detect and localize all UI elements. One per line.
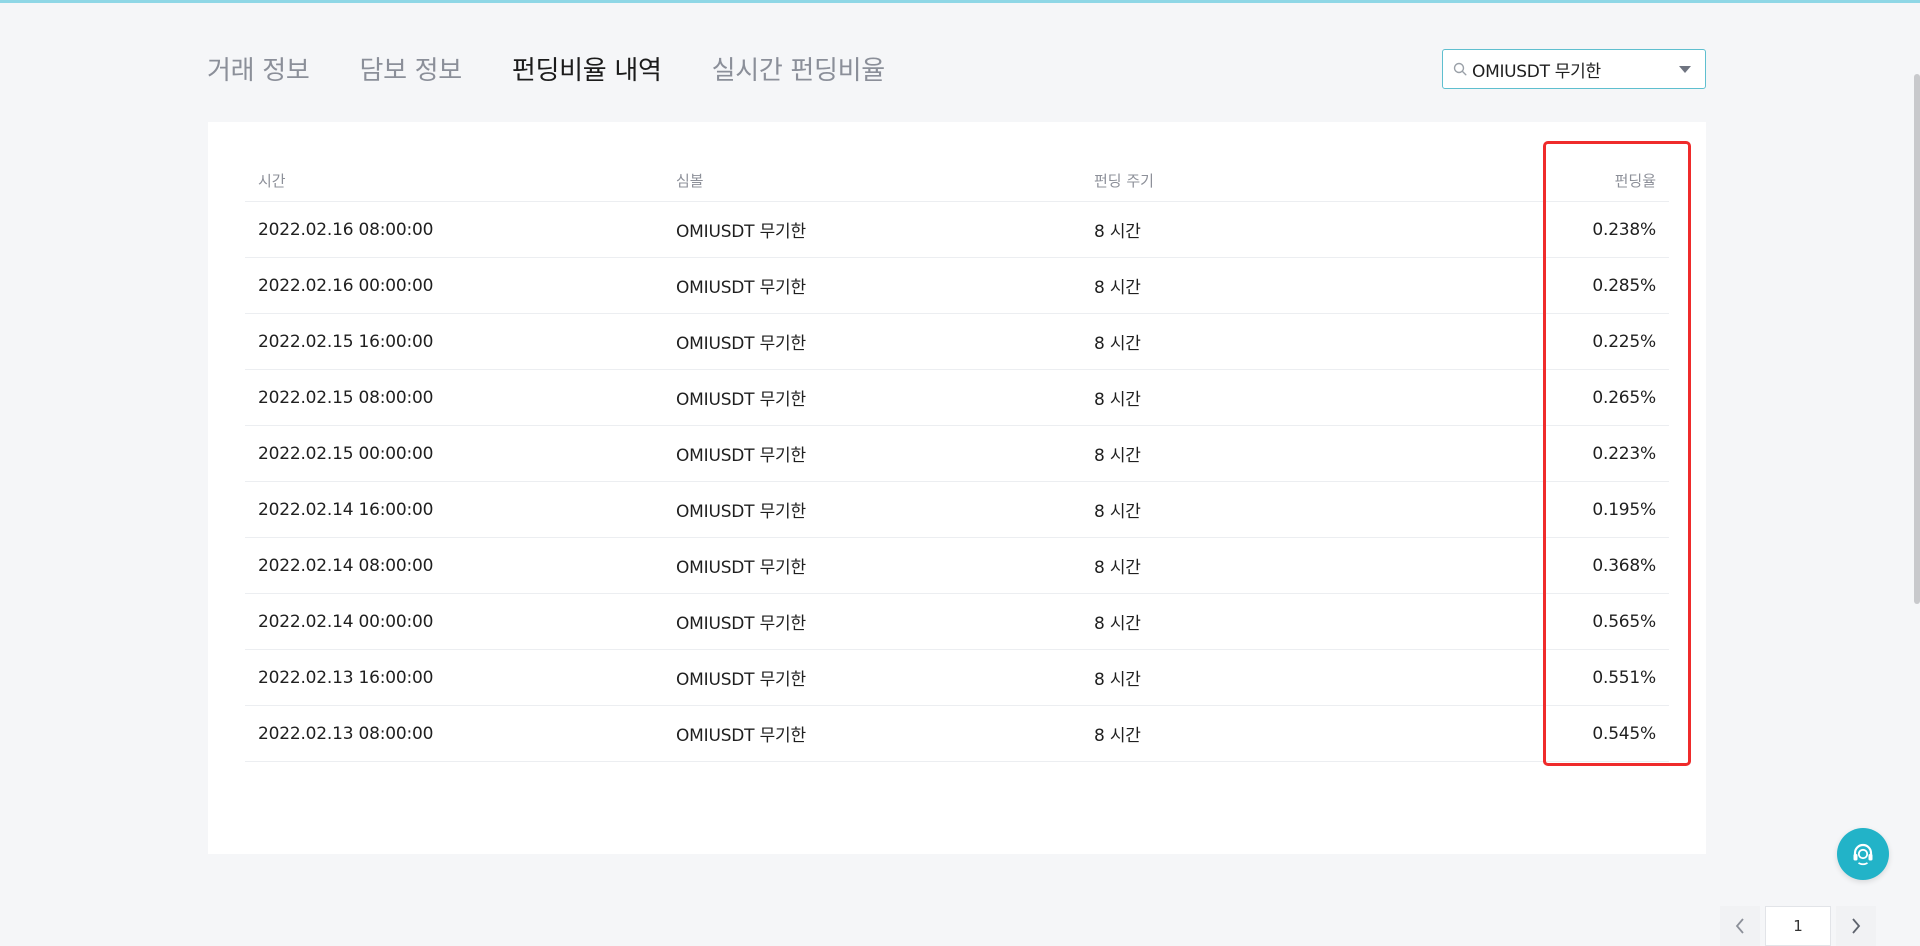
header-funding-interval: 펀딩 주기 — [1094, 172, 1154, 190]
table-row: 2022.02.14 16:00:00 OMIUSDT 무기한 8 시간 0.195% — [245, 482, 1669, 538]
pagination: 1 — [1720, 906, 1876, 946]
cell-funding-interval: 8 시간 — [1094, 726, 1141, 746]
table-row: 2022.02.14 00:00:00 OMIUSDT 무기한 8 시간 0.565% — [245, 594, 1669, 650]
cell-funding-rate: 0.223% — [1592, 443, 1656, 464]
cell-symbol: OMIUSDT 무기한 — [676, 670, 806, 690]
prev-page-button[interactable] — [1720, 906, 1760, 946]
cell-time: 2022.02.14 16:00:00 — [258, 499, 434, 520]
table-row: 2022.02.16 08:00:00 OMIUSDT 무기한 8 시간 0.238% — [245, 202, 1669, 258]
tab-realtime-funding[interactable]: 실시간 펀딩비율 — [712, 50, 886, 87]
next-page-button[interactable] — [1836, 906, 1876, 946]
cell-time: 2022.02.14 08:00:00 — [258, 555, 434, 576]
cell-symbol: OMIUSDT 무기한 — [676, 390, 806, 410]
cell-funding-rate: 0.195% — [1592, 499, 1656, 520]
table-row: 2022.02.14 08:00:00 OMIUSDT 무기한 8 시간 0.368% — [245, 538, 1669, 594]
cell-funding-interval: 8 시간 — [1094, 334, 1141, 354]
table-row: 2022.02.16 00:00:00 OMIUSDT 무기한 8 시간 0.285% — [245, 258, 1669, 314]
headset-icon — [1853, 843, 1873, 866]
cell-symbol: OMIUSDT 무기한 — [676, 502, 806, 522]
cell-symbol: OMIUSDT 무기한 — [676, 278, 806, 298]
cell-funding-rate: 0.551% — [1592, 667, 1656, 688]
cell-symbol: OMIUSDT 무기한 — [676, 446, 806, 466]
cell-funding-rate: 0.238% — [1592, 219, 1656, 240]
symbol-select-value: OMIUSDT 무기한 — [1472, 61, 1601, 82]
cell-funding-interval: 8 시간 — [1094, 446, 1141, 466]
cell-funding-rate: 0.285% — [1592, 275, 1656, 296]
top-accent-line — [0, 0, 1920, 3]
symbol-select[interactable]: OMIUSDT 무기한 — [1442, 49, 1706, 89]
table-row: 2022.02.15 16:00:00 OMIUSDT 무기한 8 시간 0.225% — [245, 314, 1669, 370]
page-number[interactable]: 1 — [1765, 906, 1831, 946]
table-header: 시간 심볼 펀딩 주기 펀딩율 — [245, 160, 1669, 202]
cell-time: 2022.02.15 08:00:00 — [258, 387, 434, 408]
funding-history-card: 시간 심볼 펀딩 주기 펀딩율 2022.02.16 08:00:00 OMIUS… — [208, 122, 1876, 946]
search-icon — [1453, 62, 1467, 76]
cell-funding-interval: 8 시간 — [1094, 502, 1141, 522]
cell-funding-interval: 8 시간 — [1094, 222, 1141, 242]
chevron-down-icon — [1679, 66, 1691, 73]
cell-time: 2022.02.16 08:00:00 — [258, 219, 434, 240]
cell-time: 2022.02.15 16:00:00 — [258, 331, 434, 352]
table-row: 2022.02.15 00:00:00 OMIUSDT 무기한 8 시간 0.223% — [245, 426, 1669, 482]
cell-funding-rate: 0.565% — [1592, 611, 1656, 632]
cell-symbol: OMIUSDT 무기한 — [676, 726, 806, 746]
tab-collateral-info[interactable]: 담보 정보 — [359, 50, 462, 87]
tab-funding-history[interactable]: 펀딩비율 내역 — [512, 50, 662, 87]
cell-time: 2022.02.13 16:00:00 — [258, 667, 434, 688]
cell-symbol: OMIUSDT 무기한 — [676, 334, 806, 354]
tab-bar: 거래 정보 담보 정보 펀딩비율 내역 실시간 펀딩비율 — [207, 48, 935, 88]
cell-funding-rate: 0.545% — [1592, 723, 1656, 744]
cell-time: 2022.02.14 00:00:00 — [258, 611, 434, 632]
cell-funding-interval: 8 시간 — [1094, 558, 1141, 578]
cell-funding-interval: 8 시간 — [1094, 670, 1141, 690]
cell-funding-interval: 8 시간 — [1094, 614, 1141, 634]
cell-funding-interval: 8 시간 — [1094, 278, 1141, 298]
cell-funding-interval: 8 시간 — [1094, 390, 1141, 410]
table-row: 2022.02.13 16:00:00 OMIUSDT 무기한 8 시간 0.551% — [245, 650, 1669, 706]
cell-funding-rate: 0.368% — [1592, 555, 1656, 576]
header-funding-rate: 펀딩율 — [1614, 172, 1656, 190]
scrollbar[interactable] — [1914, 74, 1920, 604]
cell-time: 2022.02.16 00:00:00 — [258, 275, 434, 296]
header-time: 시간 — [258, 172, 286, 190]
cell-time: 2022.02.13 08:00:00 — [258, 723, 434, 744]
table-row: 2022.02.13 08:00:00 OMIUSDT 무기한 8 시간 0.545% — [245, 706, 1669, 762]
cell-funding-rate: 0.265% — [1592, 387, 1656, 408]
funding-history-table: 시간 심볼 펀딩 주기 펀딩율 2022.02.16 08:00:00 OMIUS… — [245, 160, 1669, 762]
cell-symbol: OMIUSDT 무기한 — [676, 558, 806, 578]
support-chat-button[interactable] — [1837, 828, 1889, 880]
chevron-right-icon — [1852, 918, 1861, 934]
cell-funding-rate: 0.225% — [1592, 331, 1656, 352]
cell-time: 2022.02.15 00:00:00 — [258, 443, 434, 464]
cell-symbol: OMIUSDT 무기한 — [676, 614, 806, 634]
cell-symbol: OMIUSDT 무기한 — [676, 222, 806, 242]
tab-trade-info[interactable]: 거래 정보 — [207, 50, 310, 87]
chevron-left-icon — [1735, 918, 1744, 934]
header-symbol: 심볼 — [676, 172, 704, 190]
table-row: 2022.02.15 08:00:00 OMIUSDT 무기한 8 시간 0.265% — [245, 370, 1669, 426]
